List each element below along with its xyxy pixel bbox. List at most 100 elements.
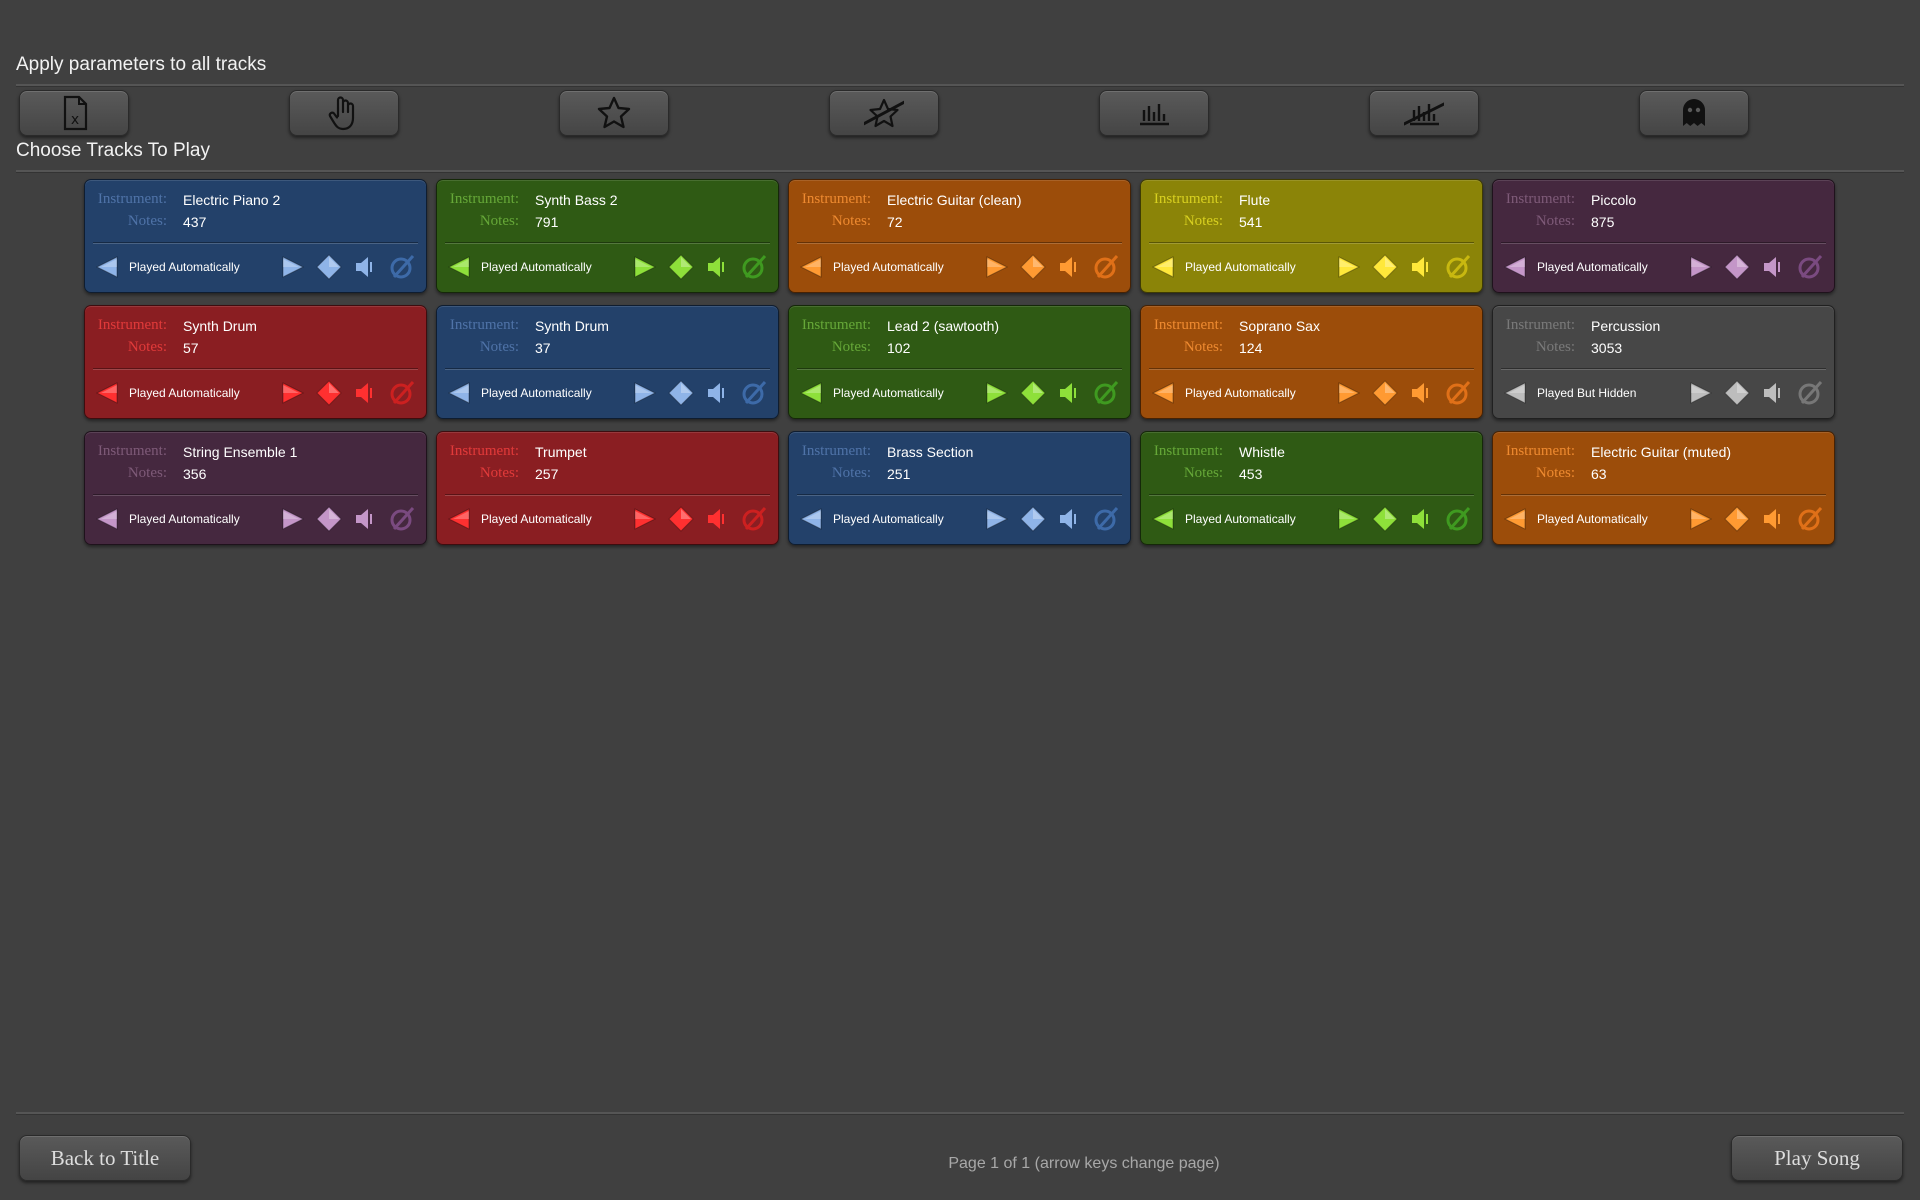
disabled-sound-button[interactable] bbox=[740, 505, 768, 533]
volume-button[interactable] bbox=[1407, 505, 1435, 533]
play-song-button[interactable]: Play Song bbox=[1731, 1135, 1903, 1181]
track-options-button[interactable] bbox=[315, 253, 343, 281]
card-divider bbox=[1501, 242, 1826, 244]
notes-label: Notes: bbox=[831, 339, 871, 355]
track-options-button[interactable] bbox=[1019, 505, 1047, 533]
mode-prev-button[interactable] bbox=[445, 505, 473, 533]
instrument-label: Instrument: bbox=[801, 443, 871, 459]
instrument-label: Instrument: bbox=[801, 317, 871, 333]
volume-button[interactable] bbox=[703, 253, 731, 281]
mode-next-button[interactable] bbox=[983, 505, 1011, 533]
disabled-sound-button[interactable] bbox=[388, 253, 416, 281]
mode-prev-button[interactable] bbox=[1501, 505, 1529, 533]
disabled-sound-button[interactable] bbox=[1444, 505, 1472, 533]
mode-next-button[interactable] bbox=[631, 253, 659, 281]
track-options-button[interactable] bbox=[315, 505, 343, 533]
mode-prev-button[interactable] bbox=[93, 505, 121, 533]
disabled-sound-button[interactable] bbox=[1444, 379, 1472, 407]
mode-next-button[interactable] bbox=[1687, 253, 1715, 281]
mode-prev-button[interactable] bbox=[1501, 379, 1529, 407]
disabled-sound-button[interactable] bbox=[740, 379, 768, 407]
mode-prev-button[interactable] bbox=[797, 505, 825, 533]
mode-next-button[interactable] bbox=[1687, 379, 1715, 407]
mode-next-button[interactable] bbox=[983, 253, 1011, 281]
track-options-button[interactable] bbox=[667, 505, 695, 533]
mode-prev-button[interactable] bbox=[797, 253, 825, 281]
mode-next-button[interactable] bbox=[1687, 505, 1715, 533]
mode-prev-button[interactable] bbox=[93, 379, 121, 407]
volume-button[interactable] bbox=[1055, 505, 1083, 533]
track-options-button[interactable] bbox=[1723, 379, 1751, 407]
diamond-icon bbox=[668, 506, 694, 532]
track-options-button[interactable] bbox=[667, 253, 695, 281]
disabled-sound-button[interactable] bbox=[1796, 253, 1824, 281]
speaker-icon bbox=[1764, 383, 1780, 403]
track-options-button[interactable] bbox=[1371, 253, 1399, 281]
star-all-button[interactable] bbox=[559, 90, 669, 136]
volume-button[interactable] bbox=[1055, 379, 1083, 407]
disabled-sound-button[interactable] bbox=[1092, 253, 1120, 281]
mode-next-button[interactable] bbox=[279, 253, 307, 281]
track-options-button[interactable] bbox=[1019, 253, 1047, 281]
hide-stats-all-button[interactable] bbox=[1369, 90, 1479, 136]
triangle-left-icon bbox=[1503, 382, 1526, 404]
disabled-sound-button[interactable] bbox=[1092, 379, 1120, 407]
mode-next-button[interactable] bbox=[1335, 253, 1363, 281]
play-mode-label: Played Automatically bbox=[833, 260, 944, 274]
volume-button[interactable] bbox=[1407, 253, 1435, 281]
disabled-sound-button[interactable] bbox=[1092, 505, 1120, 533]
track-options-button[interactable] bbox=[667, 379, 695, 407]
mode-prev-button[interactable] bbox=[1149, 379, 1177, 407]
volume-button[interactable] bbox=[703, 379, 731, 407]
volume-button[interactable] bbox=[351, 505, 379, 533]
track-options-button[interactable] bbox=[315, 379, 343, 407]
notes-count: 453 bbox=[1239, 466, 1263, 482]
mode-prev-button[interactable] bbox=[797, 379, 825, 407]
mode-next-button[interactable] bbox=[631, 505, 659, 533]
play-mode-label: Played Automatically bbox=[129, 512, 240, 526]
mode-prev-button[interactable] bbox=[445, 379, 473, 407]
notes-count: 63 bbox=[1591, 466, 1607, 482]
track-options-button[interactable] bbox=[1723, 505, 1751, 533]
volume-button[interactable] bbox=[351, 379, 379, 407]
volume-button[interactable] bbox=[1407, 379, 1435, 407]
volume-button[interactable] bbox=[1759, 379, 1787, 407]
mode-prev-button[interactable] bbox=[93, 253, 121, 281]
diamond-icon bbox=[1372, 506, 1398, 532]
volume-button[interactable] bbox=[703, 505, 731, 533]
mode-prev-button[interactable] bbox=[1501, 253, 1529, 281]
volume-button[interactable] bbox=[351, 253, 379, 281]
instrument-label: Instrument: bbox=[801, 191, 871, 207]
mode-next-button[interactable] bbox=[983, 379, 1011, 407]
mode-next-button[interactable] bbox=[631, 379, 659, 407]
star-crossed-icon bbox=[864, 98, 904, 128]
disabled-sound-button[interactable] bbox=[1796, 505, 1824, 533]
instrument-name: Flute bbox=[1239, 192, 1271, 208]
hide-all-button[interactable] bbox=[1639, 90, 1749, 136]
volume-button[interactable] bbox=[1759, 253, 1787, 281]
volume-button[interactable] bbox=[1055, 253, 1083, 281]
play-manually-all-button[interactable] bbox=[289, 90, 399, 136]
mode-next-button[interactable] bbox=[279, 379, 307, 407]
mode-next-button[interactable] bbox=[279, 505, 307, 533]
disabled-sound-button[interactable] bbox=[1444, 253, 1472, 281]
volume-button[interactable] bbox=[1759, 505, 1787, 533]
mode-prev-button[interactable] bbox=[445, 253, 473, 281]
mode-prev-button[interactable] bbox=[1149, 253, 1177, 281]
export-all-button[interactable]: x bbox=[19, 90, 129, 136]
disabled-sound-button[interactable] bbox=[740, 253, 768, 281]
mode-next-button[interactable] bbox=[1335, 379, 1363, 407]
mode-prev-button[interactable] bbox=[1149, 505, 1177, 533]
show-stats-all-button[interactable] bbox=[1099, 90, 1209, 136]
disabled-sound-button[interactable] bbox=[388, 505, 416, 533]
track-card: Instrument: Percussion Notes: 3053 Played Bu… bbox=[1492, 305, 1835, 419]
track-options-button[interactable] bbox=[1723, 253, 1751, 281]
instrument-label: Instrument: bbox=[97, 191, 167, 207]
unstar-all-button[interactable] bbox=[829, 90, 939, 136]
track-options-button[interactable] bbox=[1371, 379, 1399, 407]
disabled-sound-button[interactable] bbox=[1796, 379, 1824, 407]
mode-next-button[interactable] bbox=[1335, 505, 1363, 533]
track-options-button[interactable] bbox=[1019, 379, 1047, 407]
disabled-sound-button[interactable] bbox=[388, 379, 416, 407]
track-options-button[interactable] bbox=[1371, 505, 1399, 533]
